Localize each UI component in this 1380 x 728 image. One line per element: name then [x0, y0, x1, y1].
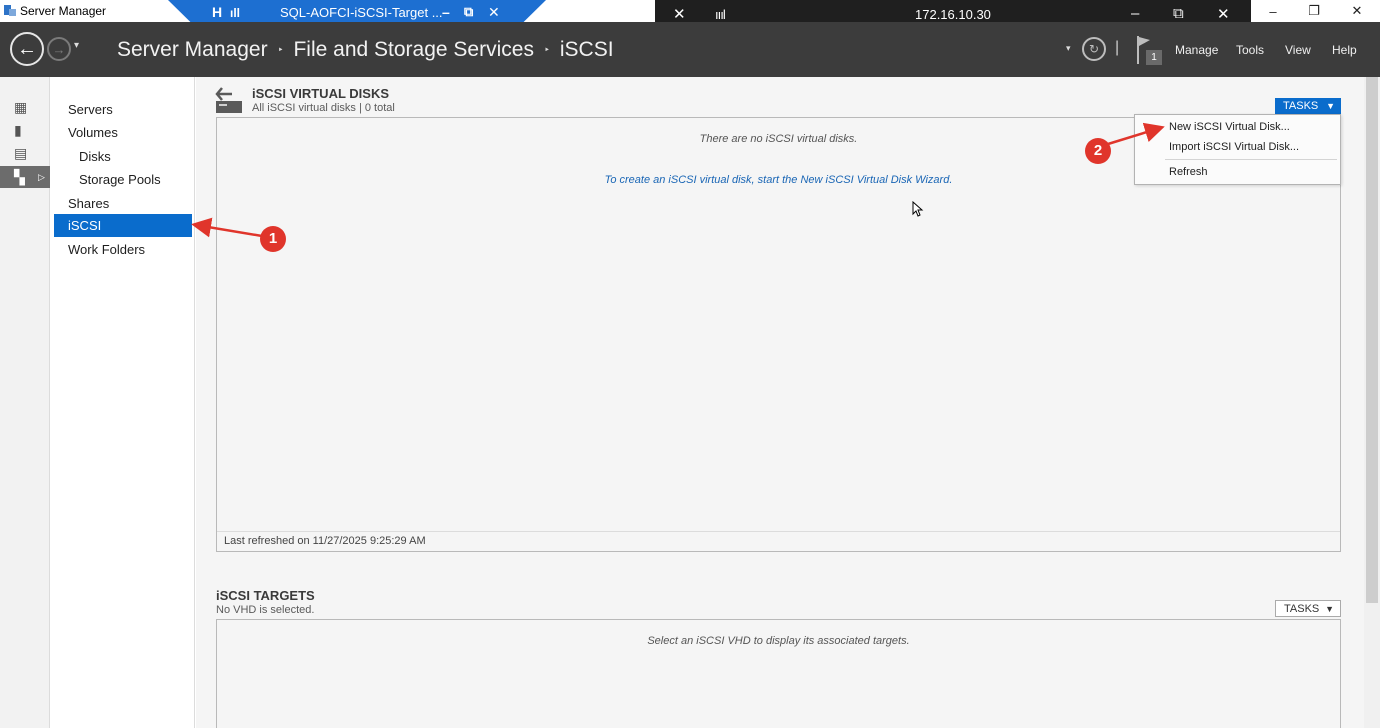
- refresh-icon[interactable]: ↻: [1082, 37, 1106, 61]
- targets-panel: Select an iSCSI VHD to display its assoc…: [216, 619, 1341, 728]
- nav-panel: Servers Volumes Disks Storage Pools Shar…: [51, 77, 195, 728]
- signal-icon: ıııl: [715, 7, 726, 22]
- menu-manage[interactable]: Manage: [1175, 43, 1218, 57]
- remote-address: 172.16.10.30: [915, 7, 991, 22]
- targets-title: iSCSI TARGETS: [216, 588, 315, 603]
- rdp-title: SQL-AOFCI-iSCSI-Target ...: [280, 5, 443, 20]
- server-manager-icon: [4, 5, 16, 16]
- targets-subtitle: No VHD is selected.: [216, 604, 315, 616]
- scrollbar-thumb[interactable]: [1366, 77, 1378, 603]
- file-storage-glyph: ▚: [14, 168, 25, 185]
- tasks-label: TASKS: [1284, 603, 1320, 615]
- pin-icon[interactable]: H: [212, 4, 222, 20]
- unpin-icon[interactable]: ✕: [673, 5, 686, 23]
- targets-empty-message: Select an iSCSI VHD to display its assoc…: [647, 635, 910, 647]
- local-server-icon[interactable]: ▮: [0, 119, 50, 141]
- file-storage-icon[interactable]: ▚ ▷: [0, 166, 50, 188]
- nav-item-volumes[interactable]: Volumes: [54, 121, 192, 144]
- virtual-disks-subtitle: All iSCSI virtual disks | 0 total: [252, 102, 395, 114]
- remote-close-button[interactable]: ✕: [1217, 5, 1230, 23]
- callout-2: 2: [1085, 138, 1111, 164]
- breadcrumb-server-manager[interactable]: Server Manager: [117, 38, 268, 62]
- vertical-scrollbar[interactable]: [1364, 77, 1380, 728]
- nav-item-work-folders[interactable]: Work Folders: [54, 238, 192, 261]
- all-servers-icon[interactable]: ▤: [0, 142, 50, 164]
- chevron-down-icon: ▼: [1325, 604, 1334, 614]
- icon-rail: ▦ ▮ ▤ ▚ ▷: [0, 77, 50, 728]
- nav-item-disks[interactable]: Disks: [54, 145, 192, 168]
- mouse-cursor-icon: [912, 201, 924, 217]
- menu-item-import-virtual-disk[interactable]: Import iSCSI Virtual Disk...: [1169, 141, 1299, 153]
- window-close-button[interactable]: ✕: [1336, 0, 1378, 22]
- callout-1: 1: [260, 226, 286, 252]
- breadcrumb: Server Manager ‣ File and Storage Servic…: [117, 38, 614, 62]
- notification-count-badge: 1: [1146, 50, 1162, 65]
- chevron-down-icon: ▼: [1326, 101, 1335, 111]
- tasks-dropdown-menu: New iSCSI Virtual Disk... Import iSCSI V…: [1134, 114, 1341, 185]
- virtual-disks-title: iSCSI VIRTUAL DISKS: [252, 86, 390, 101]
- back-button[interactable]: ←: [10, 32, 44, 66]
- nav-item-iscsi[interactable]: iSCSI: [54, 214, 192, 237]
- rdp-close-button[interactable]: ✕: [488, 4, 500, 21]
- expand-icon[interactable]: ▷: [38, 172, 45, 183]
- breadcrumb-separator-icon: ‣: [543, 44, 550, 56]
- window-maximize-button[interactable]: ❐: [1293, 0, 1335, 22]
- virtual-disks-tasks-button[interactable]: TASKS ▼: [1275, 98, 1341, 115]
- menu-help[interactable]: Help: [1332, 43, 1357, 57]
- server-manager-header: ← → ▾ Server Manager ‣ File and Storage …: [0, 22, 1380, 77]
- last-refreshed: Last refreshed on 11/27/2025 9:25:29 AM: [217, 531, 1340, 551]
- breadcrumb-separator-icon: ‣: [277, 44, 284, 56]
- breadcrumb-iscsi: iSCSI: [559, 38, 614, 61]
- remote-restore-button[interactable]: ⧉: [1173, 5, 1184, 22]
- menu-item-refresh[interactable]: Refresh: [1169, 166, 1208, 178]
- tasks-label: TASKS: [1283, 100, 1319, 112]
- nav-item-servers[interactable]: Servers: [54, 98, 192, 121]
- signal-icon: ıll: [230, 6, 241, 20]
- forward-button[interactable]: →: [47, 37, 71, 61]
- dashboard-icon[interactable]: ▦: [0, 96, 50, 118]
- menu-tools[interactable]: Tools: [1236, 43, 1264, 57]
- virtual-disk-icon: [215, 87, 242, 113]
- menu-view[interactable]: View: [1285, 43, 1311, 57]
- remote-minimize-button[interactable]: –: [1131, 5, 1139, 22]
- header-divider: |: [1115, 39, 1120, 56]
- nav-item-storage-pools[interactable]: Storage Pools: [54, 168, 192, 191]
- rdp-restore-button[interactable]: ⧉: [464, 4, 473, 20]
- breadcrumb-file-storage[interactable]: File and Storage Services: [293, 38, 533, 62]
- chevron-down-icon[interactable]: ▾: [74, 40, 79, 51]
- nav-item-shares[interactable]: Shares: [54, 192, 192, 215]
- window-title: Server Manager: [20, 4, 107, 18]
- menu-separator: [1165, 159, 1337, 160]
- menu-item-new-virtual-disk[interactable]: New iSCSI Virtual Disk...: [1169, 121, 1290, 133]
- rdp-minimize-button[interactable]: –: [442, 4, 450, 20]
- targets-tasks-button[interactable]: TASKS ▼: [1275, 600, 1341, 617]
- chevron-down-icon[interactable]: ▾: [1066, 43, 1071, 54]
- window-minimize-button[interactable]: –: [1252, 0, 1294, 22]
